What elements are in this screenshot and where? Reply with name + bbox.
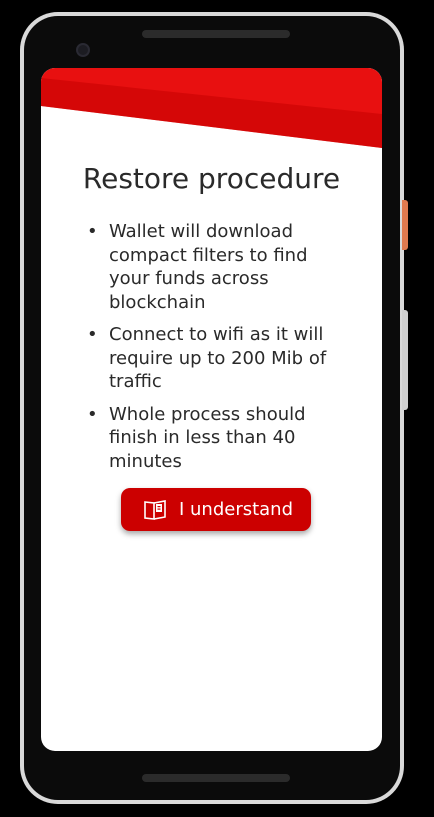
page-title: Restore procedure <box>82 162 341 195</box>
list-item-text: Connect to wifi as it will require up to… <box>109 324 327 392</box>
bullet-marker: • <box>87 221 98 242</box>
understand-button[interactable]: I understand <box>121 488 311 531</box>
list-item: • Whole process should finish in less th… <box>87 403 337 474</box>
top-speaker <box>142 30 290 38</box>
bullet-marker: • <box>87 403 98 425</box>
understand-button-label: I understand <box>178 499 294 520</box>
bullet-marker: • <box>87 324 98 345</box>
front-camera-icon <box>76 43 90 57</box>
volume-button[interactable] <box>402 310 408 410</box>
book-icon <box>144 499 166 520</box>
bottom-speaker <box>142 774 290 782</box>
list-item: • Wallet will download compact filters t… <box>87 220 337 314</box>
list-item: • Connect to wifi as it will require up … <box>87 323 337 394</box>
power-button[interactable] <box>402 200 408 250</box>
instruction-list: • Wallet will download compact filters t… <box>87 220 337 482</box>
header-banner <box>41 68 382 148</box>
list-item-text: Whole process should finish in less than… <box>109 403 306 472</box>
list-item-text: Wallet will download compact filters to … <box>109 221 308 313</box>
app-screen: Restore procedure • Wallet will download… <box>41 68 382 751</box>
